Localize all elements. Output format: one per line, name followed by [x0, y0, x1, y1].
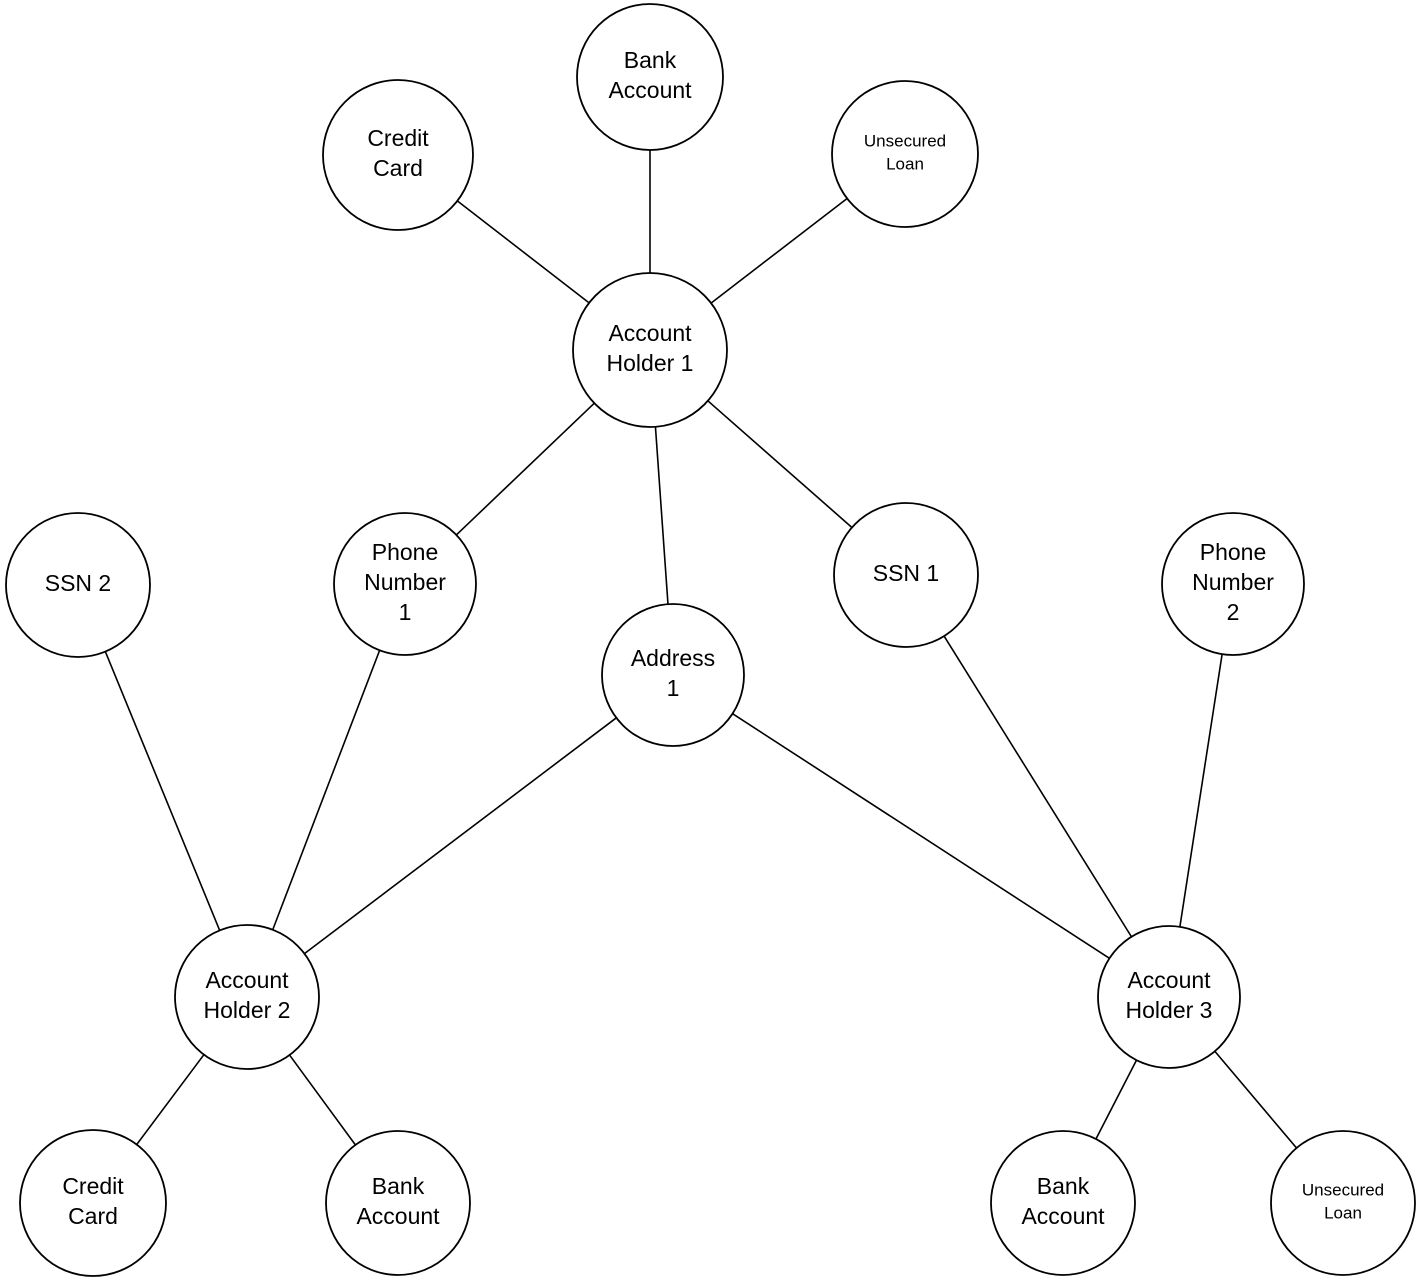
edge-account-holder-3-to-bank-account-3: [1095, 1059, 1138, 1140]
node-shape-unsecured-loan-2[interactable]: [1270, 1130, 1416, 1276]
edge-ssn-2-to-account-holder-2: [104, 651, 221, 931]
node-account-holder-2[interactable]: Account Holder 2: [174, 924, 320, 1070]
node-shape-credit-card-2[interactable]: [19, 1129, 167, 1277]
node-unsecured-loan-2[interactable]: Unsecured Loan: [1270, 1130, 1416, 1276]
node-bank-account-1[interactable]: Bank Account: [576, 3, 724, 151]
diagram-canvas: Credit Card Bank Account Unsecured Loan Accoun…: [0, 0, 1420, 1278]
node-phone-number-1[interactable]: Phone Number 1: [333, 512, 477, 656]
edge-address-1-to-account-holder-3: [732, 712, 1110, 960]
node-shape-phone-number-1[interactable]: [333, 512, 477, 656]
node-shape-account-holder-3[interactable]: [1097, 925, 1241, 1069]
entity-link-graph: Credit CardBank AccountUnsecured LoanAccoun…: [5, 3, 1416, 1277]
edge-address-1-to-account-holder-2: [303, 717, 617, 955]
node-shape-credit-card-1[interactable]: [322, 79, 474, 231]
node-shape-address-1[interactable]: [601, 603, 745, 747]
node-account-holder-1[interactable]: Account Holder 1: [572, 272, 728, 428]
edge-phone-number-1-to-account-holder-2: [271, 650, 381, 931]
node-account-holder-3[interactable]: Account Holder 3: [1097, 925, 1241, 1069]
node-shape-ssn-1[interactable]: [833, 502, 979, 648]
node-phone-number-2[interactable]: Phone Number 2: [1161, 512, 1305, 656]
edge-account-holder-2-to-credit-card-2: [136, 1054, 205, 1146]
node-address-1[interactable]: Address 1: [601, 603, 745, 747]
edge-unsecured-loan-1-to-account-holder-1: [710, 197, 848, 304]
node-shape-bank-account-1[interactable]: [576, 3, 724, 151]
node-bank-account-3[interactable]: Bank Account: [990, 1130, 1136, 1276]
edge-account-holder-3-to-unsecured-loan-2: [1214, 1050, 1298, 1149]
edge-phone-number-2-to-account-holder-3: [1179, 654, 1223, 927]
edge-account-holder-1-to-ssn-1: [707, 400, 853, 529]
node-credit-card-2[interactable]: Credit Card: [19, 1129, 167, 1277]
edge-account-holder-1-to-phone-number-1: [455, 402, 595, 536]
node-layer: Credit CardBank AccountUnsecured LoanAccoun…: [5, 3, 1416, 1277]
node-ssn-2[interactable]: SSN 2: [5, 512, 151, 658]
node-shape-bank-account-2[interactable]: [325, 1130, 471, 1276]
node-shape-phone-number-2[interactable]: [1161, 512, 1305, 656]
node-shape-account-holder-2[interactable]: [174, 924, 320, 1070]
node-shape-unsecured-loan-1[interactable]: [831, 80, 979, 228]
node-shape-ssn-2[interactable]: [5, 512, 151, 658]
edge-credit-card-1-to-account-holder-1: [456, 200, 590, 304]
edge-ssn-1-to-account-holder-3: [943, 635, 1133, 938]
edge-account-holder-1-to-address-1: [654, 426, 669, 605]
node-bank-account-2[interactable]: Bank Account: [325, 1130, 471, 1276]
node-shape-account-holder-1[interactable]: [572, 272, 728, 428]
node-ssn-1[interactable]: SSN 1: [833, 502, 979, 648]
node-credit-card-1[interactable]: Credit Card: [322, 79, 474, 231]
node-shape-bank-account-3[interactable]: [990, 1130, 1136, 1276]
node-unsecured-loan-1[interactable]: Unsecured Loan: [831, 80, 979, 228]
edge-account-holder-2-to-bank-account-2: [288, 1054, 357, 1146]
